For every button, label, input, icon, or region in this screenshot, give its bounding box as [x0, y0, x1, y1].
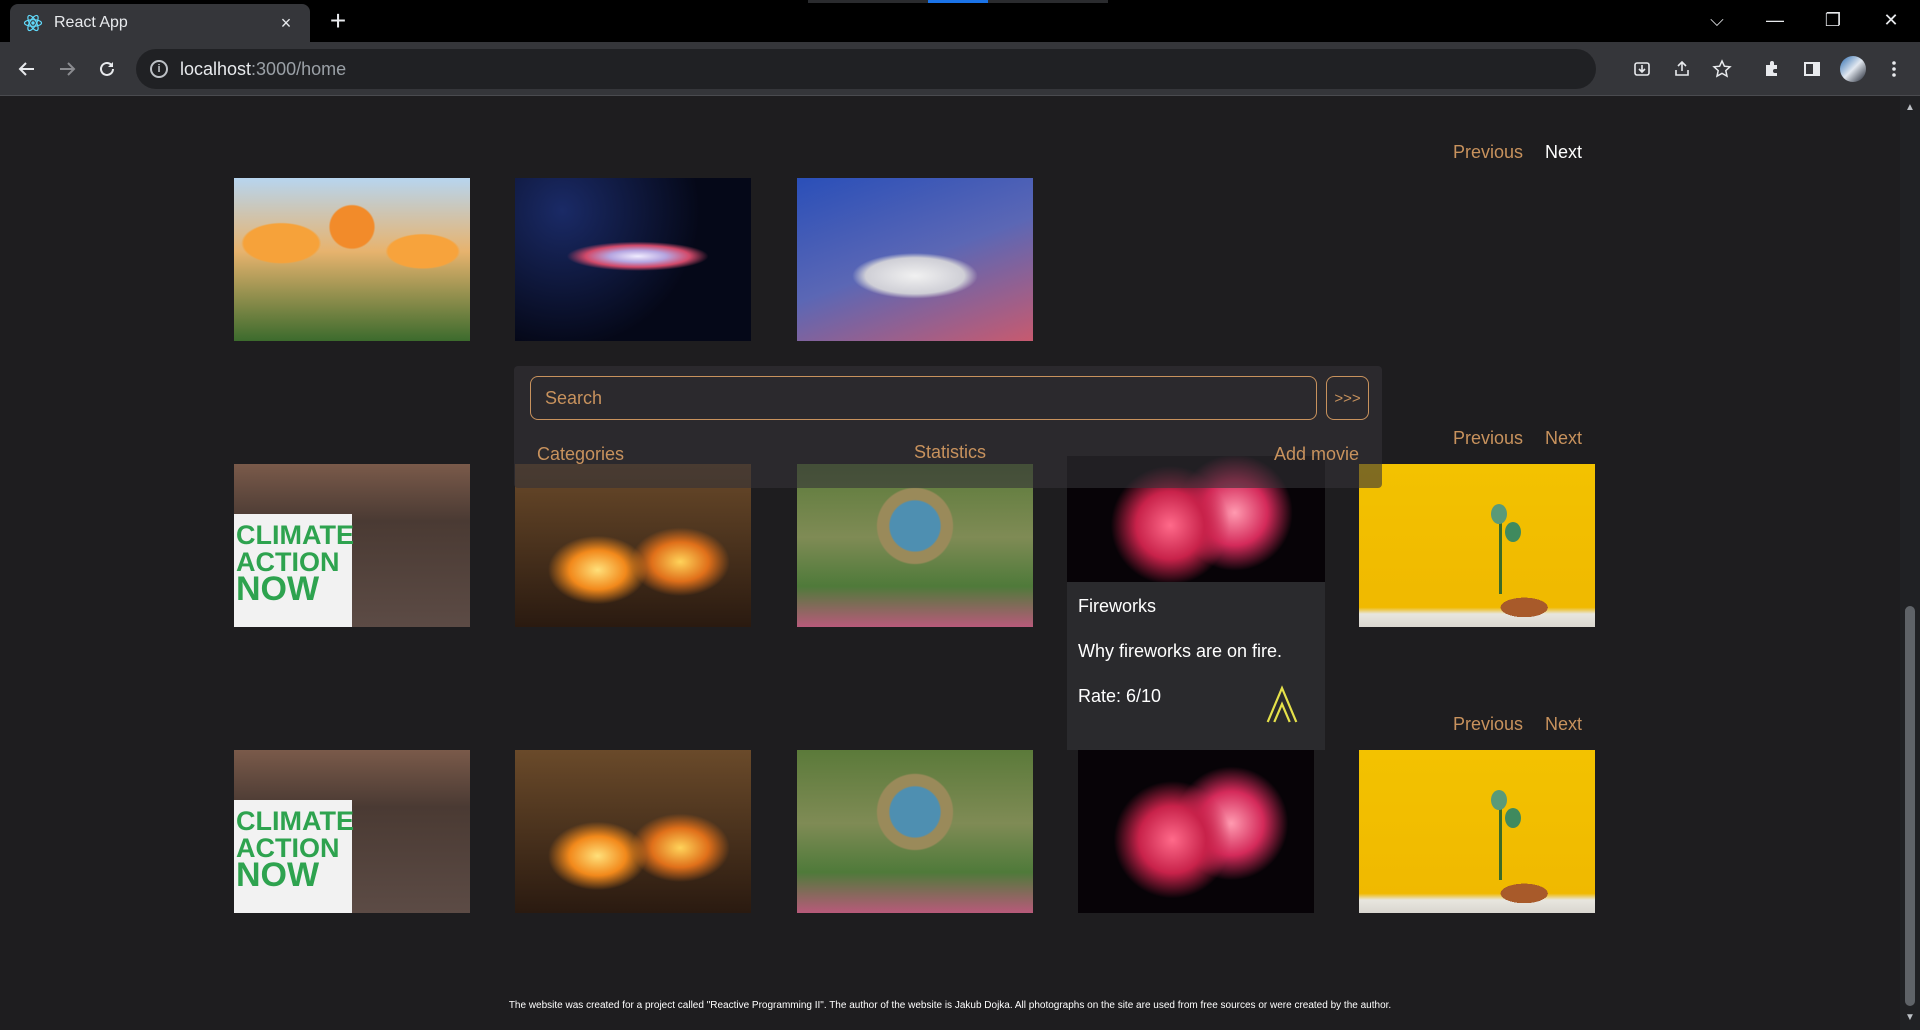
card-title: Fireworks: [1078, 596, 1157, 616]
search-submit-button[interactable]: >>>: [1326, 376, 1369, 420]
tab-search-chevron-icon[interactable]: ⌵: [1694, 0, 1740, 40]
extensions-icon[interactable]: [1758, 55, 1786, 83]
sign-line: NOW: [236, 856, 320, 894]
pager-row-2: Previous Next: [1453, 428, 1582, 449]
tab-search-strip: [808, 0, 1108, 3]
movie-image-fireworks[interactable]: [1078, 750, 1314, 913]
nav-add-movie[interactable]: Add movie: [1274, 444, 1359, 465]
scrollbar-thumb[interactable]: [1905, 606, 1915, 1006]
browser-tab[interactable]: React App ×: [10, 4, 310, 42]
search-input[interactable]: [530, 376, 1317, 420]
movie-image-tulips[interactable]: [234, 178, 470, 341]
movie-image-climate[interactable]: CLIMATE ACTION NOW: [234, 750, 470, 913]
sign-line: NOW: [236, 570, 320, 608]
share-icon[interactable]: [1668, 55, 1696, 83]
nav-categories[interactable]: Categories: [537, 444, 624, 465]
movie-image-explosion[interactable]: [515, 750, 751, 913]
footer-text: The website was created for a project ca…: [508, 1000, 1392, 1011]
movie-image-hobbit-house[interactable]: [797, 750, 1033, 913]
minimize-button[interactable]: —: [1752, 0, 1798, 40]
scroll-down-icon[interactable]: ▼: [1905, 1012, 1915, 1023]
card-rate: Rate: 6/10: [1078, 686, 1162, 706]
movie-image-galaxy[interactable]: [515, 178, 751, 341]
profile-avatar[interactable]: [1840, 56, 1866, 82]
search-panel: >>> Categories Statistics Add movie: [514, 366, 1382, 488]
site-info-icon[interactable]: i: [150, 60, 168, 78]
close-window-button[interactable]: ✕: [1868, 0, 1914, 40]
movie-card[interactable]: Fireworks Why fireworks are on fire. Rat…: [1067, 456, 1325, 750]
menu-icon[interactable]: [1880, 55, 1908, 83]
tab-title: React App: [54, 14, 128, 31]
tab-close-icon[interactable]: ×: [274, 13, 298, 34]
page-content: Previous Next Previous Next CLIMATE ACTI…: [0, 96, 1900, 1030]
react-logo-icon: [22, 12, 44, 34]
new-tab-button[interactable]: +: [322, 6, 354, 38]
next-button[interactable]: Next: [1545, 428, 1582, 449]
reload-icon[interactable]: [92, 54, 122, 84]
browser-tabbar: React App × + ⌵ — ❐ ✕: [0, 0, 1920, 42]
star-icon[interactable]: [1708, 55, 1736, 83]
pager-row-1: Previous Next: [1453, 142, 1582, 163]
sign-line: CLIMATE: [236, 806, 354, 836]
pager-row-3: Previous Next: [1453, 714, 1582, 735]
sign-line: CLIMATE: [236, 520, 354, 550]
climate-sign: CLIMATE ACTION NOW: [234, 800, 354, 913]
previous-button[interactable]: Previous: [1453, 428, 1523, 449]
next-button[interactable]: Next: [1545, 714, 1582, 735]
nav-statistics[interactable]: Statistics: [914, 442, 986, 463]
back-arrow-icon[interactable]: [12, 54, 42, 84]
install-icon[interactable]: [1628, 55, 1656, 83]
card-description: Why fireworks are on fire.: [1078, 641, 1283, 661]
previous-button[interactable]: Previous: [1453, 714, 1523, 735]
movie-image-explosion[interactable]: [515, 464, 751, 627]
movie-image-plant[interactable]: [1359, 464, 1595, 627]
url-host: localhost: [180, 58, 252, 79]
climate-sign: CLIMATE ACTION NOW: [234, 514, 354, 627]
movie-image-plant[interactable]: [1359, 750, 1595, 913]
sidepanel-icon[interactable]: [1798, 55, 1826, 83]
forward-arrow-icon[interactable]: [52, 54, 82, 84]
address-bar[interactable]: i localhost:3000/home: [136, 49, 1596, 89]
movie-image-ecto-car[interactable]: [797, 178, 1033, 341]
page-scrollbar[interactable]: ▲ ▼: [1900, 96, 1920, 1030]
url-path: :3000/home: [251, 58, 347, 79]
next-button[interactable]: Next: [1545, 142, 1582, 163]
scroll-up-icon[interactable]: ▲: [1905, 102, 1915, 113]
upvote-chevron-icon[interactable]: [1266, 684, 1299, 732]
browser-toolbar: i localhost:3000/home: [0, 42, 1920, 96]
previous-button[interactable]: Previous: [1453, 142, 1523, 163]
movie-image-climate[interactable]: CLIMATE ACTION NOW: [234, 464, 470, 627]
movie-image-hobbit-house[interactable]: [797, 464, 1033, 627]
restore-button[interactable]: ❐: [1810, 0, 1856, 40]
